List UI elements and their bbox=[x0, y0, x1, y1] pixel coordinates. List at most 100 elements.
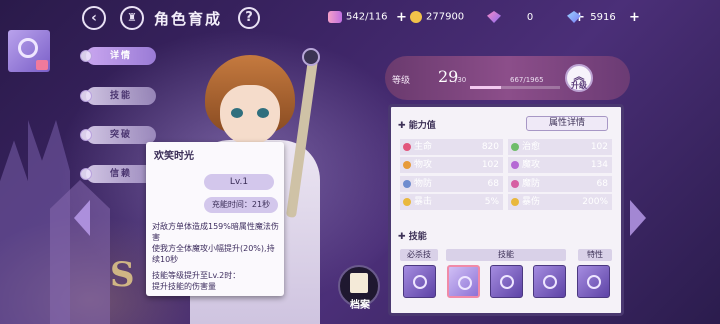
skill-icon bbox=[500, 275, 514, 289]
add-candy-button[interactable]: + bbox=[396, 10, 407, 25]
stat-row: 物防 68 bbox=[400, 176, 503, 192]
skill-tooltip: 欢笑时光 Lv.1 充能时间：21秒 对敌方单体造成159%暗属性魔法伤害 使我… bbox=[146, 142, 284, 296]
skill-description: 对敌方单体造成159%暗属性魔法伤害 使我方全体魔攻小幅提升(20%),持续10… bbox=[152, 222, 279, 264]
character-eye bbox=[231, 108, 243, 118]
stat-label: 物攻 bbox=[414, 160, 433, 170]
staff-orb bbox=[302, 48, 320, 66]
tab-indicator bbox=[80, 129, 92, 141]
level-banner bbox=[385, 56, 630, 100]
pink-gem-icon bbox=[487, 11, 501, 23]
level-label: 等级 bbox=[392, 76, 411, 86]
stat-value: 200% bbox=[582, 197, 608, 207]
ultimate-skill-slot[interactable] bbox=[403, 265, 436, 298]
stat-row: 生命 820 bbox=[400, 139, 503, 155]
stat-label: 魔攻 bbox=[522, 160, 541, 170]
gold-coin-icon bbox=[410, 11, 422, 23]
back-button[interactable]: ‹ bbox=[82, 6, 106, 30]
skill-tag: 技能 bbox=[446, 249, 566, 261]
skill-name: 欢笑时光 bbox=[154, 151, 194, 162]
stat-value: 5% bbox=[484, 197, 499, 207]
stat-label: 暴伤 bbox=[522, 197, 541, 207]
skill-level: Lv.1 bbox=[204, 174, 274, 190]
stats-title-text: 能力值 bbox=[408, 121, 436, 131]
skill-charge-time: 充能时间：21秒 bbox=[204, 197, 278, 213]
resource-value: 277900 bbox=[426, 11, 465, 23]
level-max: /30 bbox=[455, 76, 467, 84]
skill-slot[interactable] bbox=[447, 265, 480, 298]
stat-label: 暴击 bbox=[414, 197, 433, 207]
candy-icon bbox=[328, 11, 342, 23]
skill-slot[interactable] bbox=[490, 265, 523, 298]
exp-bar bbox=[470, 86, 560, 89]
magic-defense-icon bbox=[511, 180, 519, 188]
resource-value: 542/116 bbox=[346, 11, 388, 23]
trait-icon bbox=[587, 275, 601, 289]
character-eye bbox=[257, 108, 269, 118]
help-button[interactable]: ? bbox=[238, 7, 260, 29]
swirl-icon bbox=[18, 38, 38, 58]
home-button[interactable]: ♜ bbox=[120, 6, 144, 30]
key-icon bbox=[36, 60, 48, 70]
stat-row: 暴伤 200% bbox=[508, 194, 612, 210]
skills-title-text: 技能 bbox=[408, 232, 427, 242]
resource-pink-gem: 0 + bbox=[487, 10, 585, 25]
stat-label: 生命 bbox=[414, 142, 433, 152]
character-face bbox=[220, 85, 280, 145]
crit-damage-icon bbox=[511, 198, 519, 206]
stat-value: 820 bbox=[481, 142, 499, 152]
stat-value: 102 bbox=[481, 160, 499, 170]
stat-row: 魔防 68 bbox=[508, 176, 612, 192]
tab-indicator bbox=[80, 50, 92, 62]
heal-icon bbox=[511, 143, 519, 151]
tab-skills[interactable]: 技能 bbox=[80, 87, 156, 105]
tab-label: 突破 bbox=[109, 130, 132, 140]
skill-slot[interactable] bbox=[533, 265, 566, 298]
tab-breakthrough[interactable]: 突破 bbox=[80, 126, 156, 144]
stat-row: 治愈 102 bbox=[508, 139, 612, 155]
stat-value: 134 bbox=[590, 160, 608, 170]
tab-indicator bbox=[80, 90, 92, 102]
physical-defense-icon bbox=[403, 180, 411, 188]
stats-title: ✚ 能力值 bbox=[398, 121, 436, 131]
previous-character-arrow-icon[interactable] bbox=[74, 200, 90, 236]
stat-label: 治愈 bbox=[522, 142, 541, 152]
exp-fill bbox=[470, 86, 501, 89]
castle-icon: ♜ bbox=[127, 11, 137, 24]
skill-icon bbox=[413, 275, 427, 289]
tab-indicator bbox=[80, 168, 92, 180]
swirl-icon bbox=[458, 276, 472, 290]
trait-slot[interactable] bbox=[577, 265, 610, 298]
exp-text: 667/1965 bbox=[510, 76, 544, 84]
attribute-details-button[interactable]: 属性详情 bbox=[526, 116, 608, 131]
stat-label: 魔防 bbox=[522, 179, 541, 189]
decorative-letter: S bbox=[110, 255, 135, 295]
resource-candy: 542/116 + bbox=[328, 10, 407, 25]
help-icon: ? bbox=[245, 10, 253, 25]
ultimate-skill-tag: 必杀技 bbox=[400, 249, 438, 261]
resource-value: 5916 bbox=[590, 11, 616, 23]
next-character-arrow-icon[interactable] bbox=[630, 200, 646, 236]
upgrade-label: 升级 bbox=[571, 81, 587, 90]
add-blue-gem-button[interactable]: + bbox=[629, 10, 640, 25]
hp-icon bbox=[403, 143, 411, 151]
resource-gold: 277900 + bbox=[410, 10, 499, 25]
physical-attack-icon bbox=[403, 161, 411, 169]
stat-row: 物攻 102 bbox=[400, 157, 503, 173]
skill-icon bbox=[543, 275, 557, 289]
tab-label: 技能 bbox=[109, 91, 132, 101]
crit-icon bbox=[403, 198, 411, 206]
stat-value: 68 bbox=[487, 179, 499, 189]
stat-value: 102 bbox=[590, 142, 608, 152]
blue-gem-icon bbox=[567, 11, 581, 23]
stat-row: 暴击 5% bbox=[400, 194, 503, 210]
stat-row: 魔攻 134 bbox=[508, 157, 612, 173]
skill-upgrade-info: 技能等级提升至Lv.2时： 提升技能的伤害量 bbox=[152, 271, 241, 291]
magic-attack-icon bbox=[511, 161, 519, 169]
page-title: 角色育成 bbox=[154, 10, 223, 28]
resource-value: 0 bbox=[526, 11, 534, 23]
top-bar: ‹ ♜ 角色育成 ? 542/116 + 277900 + 0 + 5916 + bbox=[0, 0, 720, 36]
resource-blue-gem: 5916 + bbox=[567, 10, 640, 25]
tab-label: 信赖 bbox=[109, 169, 132, 179]
tab-details[interactable]: 详情 bbox=[80, 47, 156, 65]
book-icon bbox=[350, 273, 368, 293]
